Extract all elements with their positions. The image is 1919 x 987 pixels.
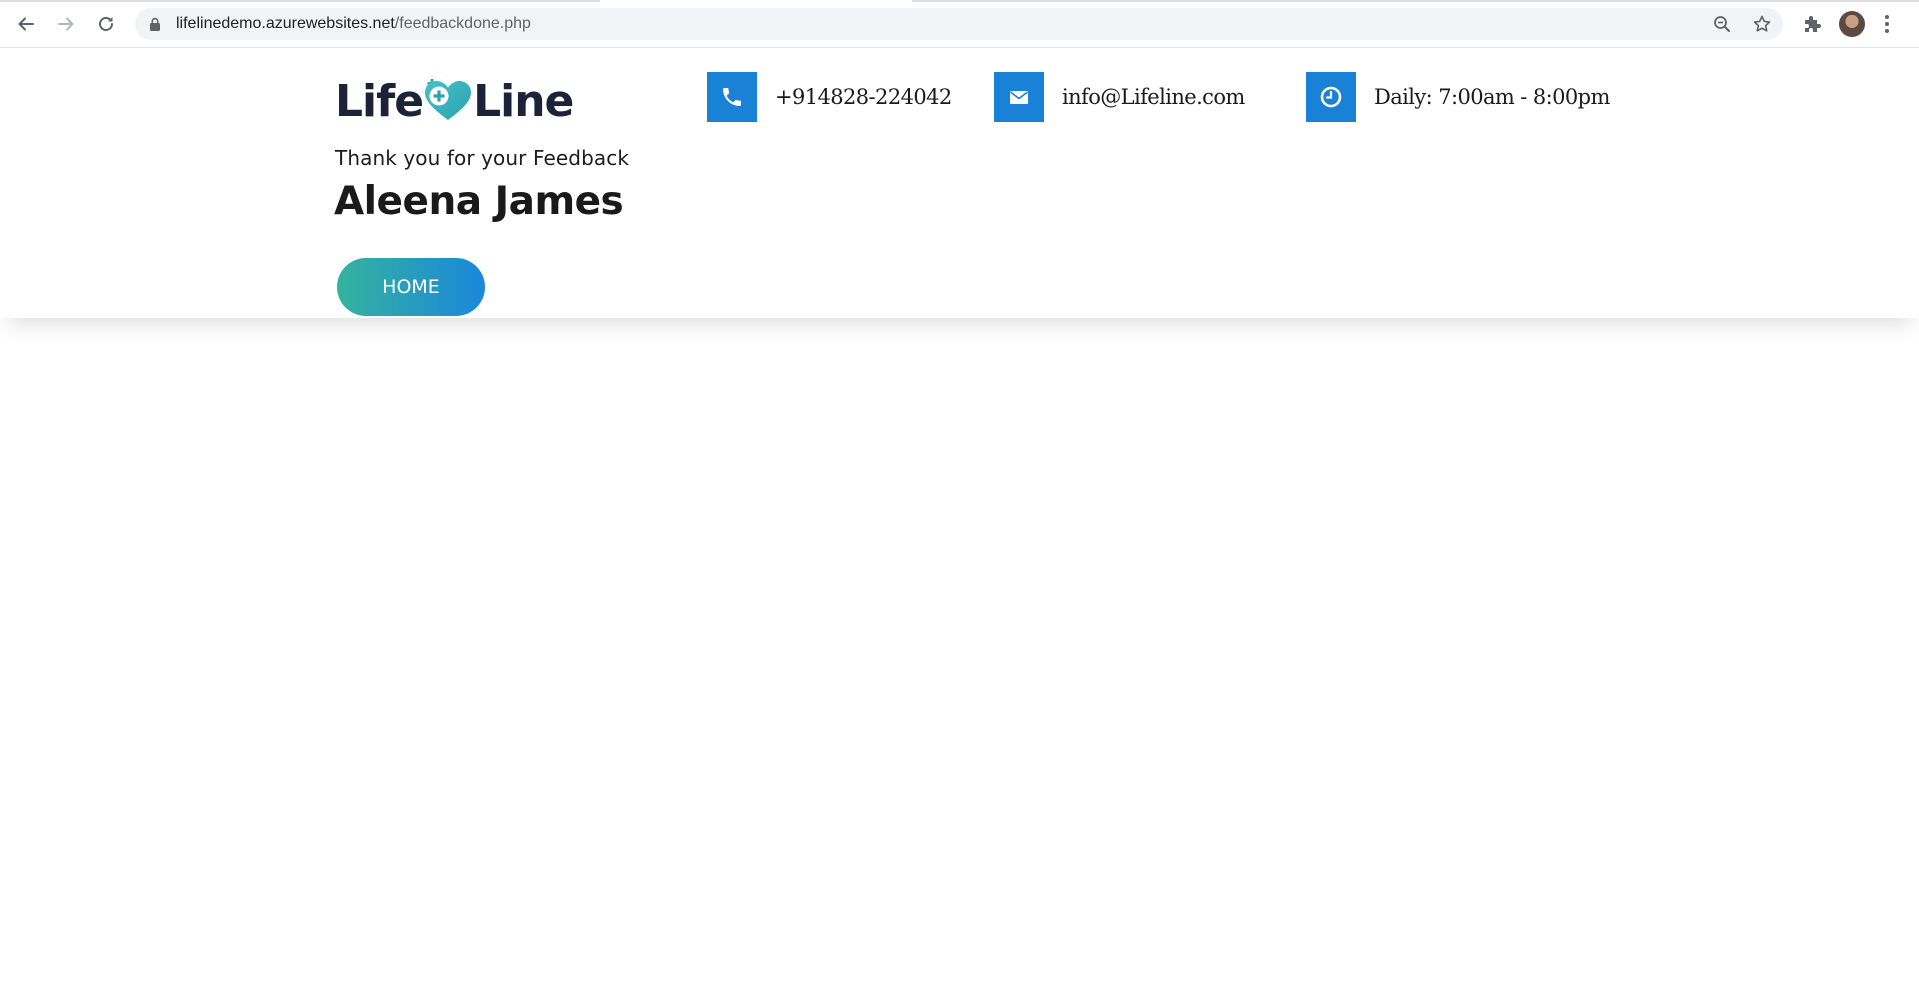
url-path: /feedbackdone.php <box>394 15 531 32</box>
logo-text-life: Life <box>335 76 424 127</box>
reload-button[interactable] <box>92 10 120 38</box>
phone-icon <box>723 88 741 106</box>
back-button[interactable] <box>12 10 40 38</box>
url-text[interactable]: lifelinedemo.azurewebsites.net/feedbackd… <box>176 15 531 33</box>
contact-phone[interactable]: +914828-224042 <box>707 72 952 122</box>
tab-strip-edge <box>912 0 1919 2</box>
arrow-left-icon <box>18 17 34 31</box>
envelope-icon <box>1010 91 1028 104</box>
reload-icon <box>99 17 113 31</box>
home-button[interactable]: HOME <box>337 258 485 316</box>
puzzle-icon[interactable] <box>1801 13 1823 35</box>
opening-hours: Daily: 7:00am - 8:00pm <box>1374 85 1610 109</box>
user-name-heading: Aleena James <box>334 179 624 224</box>
contact-hours: Daily: 7:00am - 8:00pm <box>1306 72 1610 122</box>
phone-icon-box <box>707 72 757 122</box>
avatar[interactable] <box>1839 11 1865 37</box>
address-bar[interactable]: lifelinedemo.azurewebsites.net/feedbackd… <box>135 8 1783 40</box>
email-address: info@Lifeline.com <box>1062 85 1245 109</box>
url-host: lifelinedemo.azurewebsites.net <box>176 15 395 32</box>
email-icon-box <box>994 72 1044 122</box>
forward-button[interactable] <box>52 10 80 38</box>
zoom-icon[interactable] <box>1712 14 1732 34</box>
phone-number: +914828-224042 <box>775 85 952 109</box>
lifeline-logo[interactable]: Life Line <box>335 74 574 127</box>
star-icon[interactable] <box>1752 14 1772 34</box>
tab-strip-edge <box>0 0 600 2</box>
browser-toolbar: lifelinedemo.azurewebsites.net/feedbackd… <box>0 0 1919 48</box>
logo-text-line: Line <box>473 76 574 127</box>
hours-icon-box <box>1306 72 1356 122</box>
site-header: Life Line +914828-224042 info@Lifeline.c… <box>0 48 1919 318</box>
arrow-right-icon <box>58 17 74 31</box>
heart-plus-icon <box>425 79 472 120</box>
clock-icon <box>1320 86 1342 108</box>
feedback-thanks-message: Thank you for your Feedback <box>335 146 629 170</box>
contact-email[interactable]: info@Lifeline.com <box>994 72 1245 122</box>
kebab-menu-icon[interactable] <box>1884 14 1890 34</box>
lock-icon <box>150 17 160 31</box>
